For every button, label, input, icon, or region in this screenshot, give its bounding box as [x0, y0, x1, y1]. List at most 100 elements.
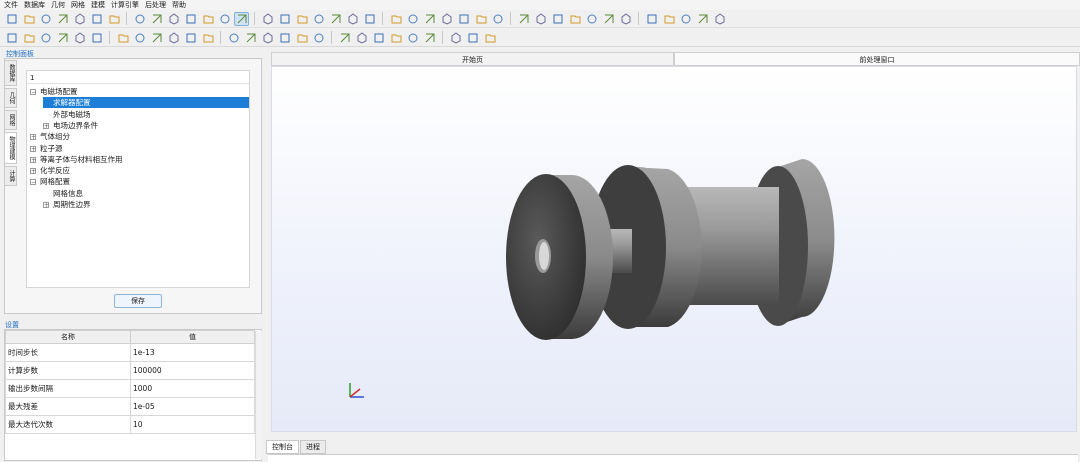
- setting-value[interactable]: 1e-05: [130, 397, 255, 416]
- tree-item[interactable]: 外部电磁场: [43, 109, 249, 120]
- filter-icon[interactable]: [234, 11, 249, 26]
- axis-icon[interactable]: [132, 12, 147, 26]
- tree-item[interactable]: 网格信息: [43, 188, 249, 199]
- save-as-icon[interactable]: [55, 12, 70, 26]
- cube-icon[interactable]: [456, 12, 471, 26]
- vtab-2[interactable]: 网格: [4, 110, 17, 130]
- menu-item-1[interactable]: 数据库: [24, 0, 45, 10]
- redo-icon[interactable]: [712, 12, 727, 26]
- save-button[interactable]: 保存: [114, 294, 162, 308]
- tree-item[interactable]: + 等离子体与材料相互作用: [30, 154, 249, 165]
- vertical-scrollbar[interactable]: [255, 331, 262, 459]
- select-icon[interactable]: [311, 12, 326, 26]
- new-file-icon[interactable]: [4, 12, 19, 26]
- measure-icon[interactable]: [482, 31, 497, 45]
- tree-item[interactable]: − 网格配置: [30, 176, 249, 187]
- boolean-icon[interactable]: [405, 31, 420, 45]
- select-icon[interactable]: [294, 12, 309, 26]
- rotate-icon[interactable]: [294, 31, 309, 45]
- table-row[interactable]: 输出步数间隔 1000: [5, 379, 255, 398]
- collapse-icon[interactable]: −: [30, 179, 36, 186]
- view-iso-icon[interactable]: [661, 12, 676, 26]
- view-iso-icon[interactable]: [618, 12, 633, 26]
- table-row[interactable]: 最大残差 1e-05: [5, 397, 255, 416]
- open-file-icon[interactable]: [21, 12, 36, 26]
- tab-start-page[interactable]: 开始页: [271, 52, 674, 66]
- pick-icon[interactable]: [328, 12, 343, 26]
- setting-value[interactable]: 1e-13: [130, 343, 255, 362]
- menu-item-6[interactable]: 后处理: [145, 0, 166, 10]
- pick-icon[interactable]: [388, 12, 403, 26]
- tab-progress[interactable]: 进程: [300, 440, 326, 454]
- box-icon[interactable]: [533, 12, 548, 26]
- boolean-icon[interactable]: [465, 31, 480, 45]
- vtab-3[interactable]: 物理建模: [4, 132, 17, 164]
- tree-item[interactable]: + 化学反应: [30, 165, 249, 176]
- box-icon[interactable]: [490, 12, 505, 26]
- cube-icon[interactable]: [439, 12, 454, 26]
- setting-value[interactable]: 1000: [130, 379, 255, 398]
- save-icon[interactable]: [38, 12, 53, 26]
- move-icon[interactable]: [277, 31, 292, 45]
- tab-preprocess-window[interactable]: 前处理窗口: [674, 52, 1080, 66]
- vtab-1[interactable]: 几何: [4, 88, 17, 108]
- setting-value[interactable]: 100000: [130, 361, 255, 380]
- view-front-icon[interactable]: [550, 12, 565, 26]
- vtab-4[interactable]: 计算: [4, 166, 17, 186]
- axis-icon[interactable]: [200, 12, 215, 26]
- view-iso-icon[interactable]: [601, 12, 616, 26]
- axis-icon[interactable]: [217, 12, 232, 26]
- undo-icon[interactable]: [695, 12, 710, 26]
- polyline-icon[interactable]: [132, 31, 147, 45]
- cube-icon[interactable]: [422, 12, 437, 26]
- shape-icon[interactable]: [55, 31, 70, 45]
- pick-icon[interactable]: [362, 12, 377, 26]
- menu-item-4[interactable]: 建模: [91, 0, 105, 10]
- view-top-icon[interactable]: [584, 12, 599, 26]
- boolean-icon[interactable]: [448, 31, 463, 45]
- tab-console[interactable]: 控制台: [266, 440, 299, 454]
- box-icon[interactable]: [516, 12, 531, 26]
- face-icon[interactable]: [226, 31, 241, 45]
- sketch-icon[interactable]: [4, 31, 19, 45]
- line-icon[interactable]: [115, 31, 130, 45]
- rectangle-icon[interactable]: [21, 31, 36, 45]
- expand-icon[interactable]: +: [43, 122, 49, 129]
- expand-icon[interactable]: +: [30, 156, 36, 163]
- cube-icon[interactable]: [405, 12, 420, 26]
- plane-icon[interactable]: [337, 31, 352, 45]
- menu-item-3[interactable]: 网格: [71, 0, 85, 10]
- menu-item-5[interactable]: 计算引擎: [111, 0, 139, 10]
- view-iso-icon[interactable]: [678, 12, 693, 26]
- extrude-icon[interactable]: [200, 31, 215, 45]
- tree-item[interactable]: − 电磁场配置: [30, 86, 249, 97]
- section-icon[interactable]: [388, 31, 403, 45]
- menu-item-0[interactable]: 文件: [4, 0, 18, 10]
- grid-icon[interactable]: [106, 12, 121, 26]
- box-icon[interactable]: [473, 12, 488, 26]
- sphere-icon[interactable]: [72, 31, 87, 45]
- setting-value[interactable]: 10: [130, 415, 255, 434]
- 3d-viewport[interactable]: [271, 66, 1077, 432]
- view-side-icon[interactable]: [567, 12, 582, 26]
- table-row[interactable]: 时间步长 1e-13: [5, 343, 255, 362]
- mirror-icon[interactable]: [260, 31, 275, 45]
- expand-icon[interactable]: +: [30, 134, 36, 141]
- expand-icon[interactable]: +: [30, 145, 36, 152]
- tree-search-input[interactable]: 1: [27, 72, 249, 84]
- boolean-icon[interactable]: [422, 31, 437, 45]
- axis-icon[interactable]: [183, 12, 198, 26]
- menu-item-2[interactable]: 几何: [51, 0, 65, 10]
- import-icon[interactable]: [72, 12, 87, 26]
- vtab-0[interactable]: 数据库: [4, 60, 17, 86]
- tree-item[interactable]: + 周期性边界: [43, 199, 249, 210]
- face-icon[interactable]: [243, 31, 258, 45]
- axis-icon[interactable]: [149, 12, 164, 26]
- select-icon[interactable]: [260, 12, 275, 26]
- table-row[interactable]: 最大迭代次数 10: [5, 415, 255, 434]
- rect-icon[interactable]: [89, 31, 104, 45]
- expand-icon[interactable]: +: [30, 168, 36, 175]
- view-iso-icon[interactable]: [644, 12, 659, 26]
- tree-item[interactable]: + 粒子源: [30, 143, 249, 154]
- expand-icon[interactable]: +: [43, 202, 49, 209]
